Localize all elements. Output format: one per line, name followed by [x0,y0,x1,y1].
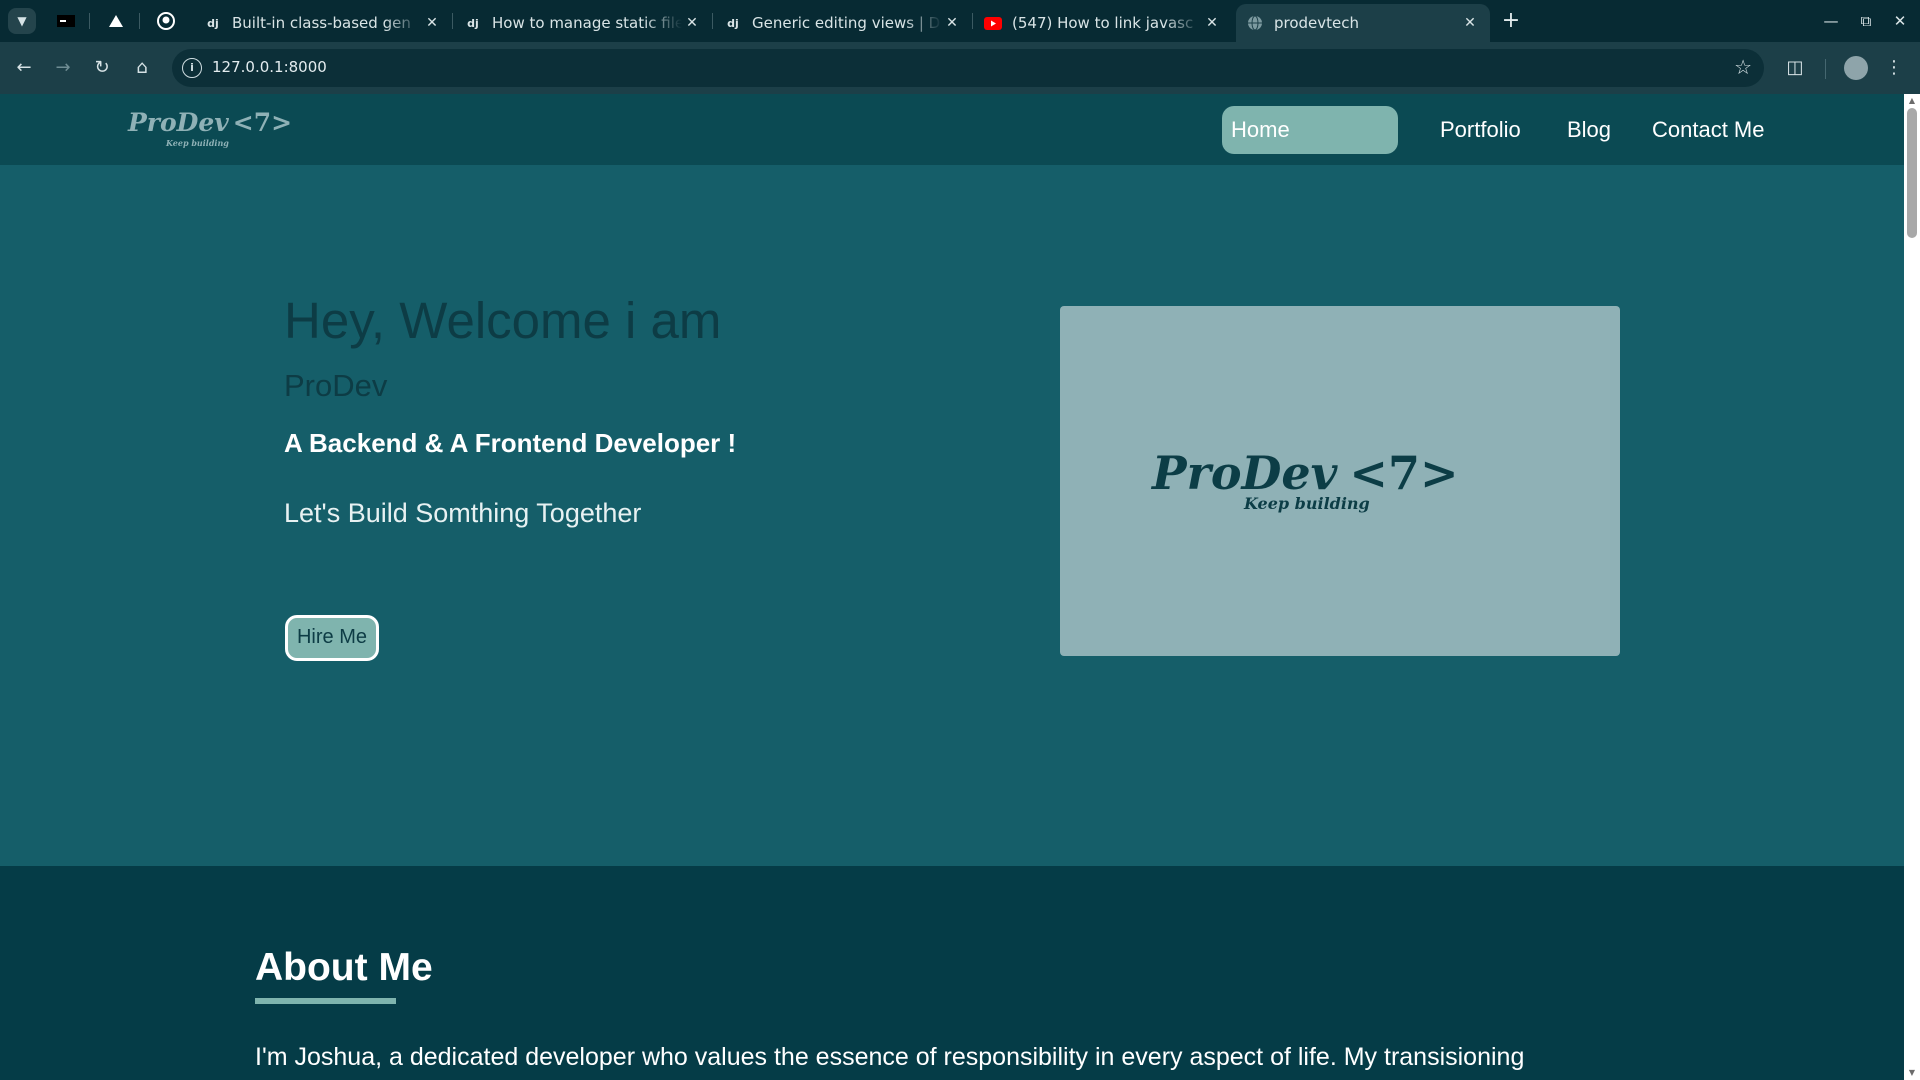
close-window-button[interactable]: ✕ [1885,9,1915,33]
toolbar-separator [1825,59,1826,79]
close-icon[interactable]: ✕ [682,15,702,31]
nav-portfolio[interactable]: Portfolio [1440,106,1521,154]
address-bar[interactable]: i 127.0.0.1:8000 ☆ [172,49,1764,87]
django-icon: dj [207,16,219,30]
close-icon[interactable]: ✕ [1202,15,1222,31]
tab-strip: ▼ dj Built-in class-based gen ✕ dj How t… [0,0,1920,42]
new-tab-button[interactable]: + [1498,8,1524,34]
scroll-down-arrow[interactable]: ▼ [1907,1068,1917,1078]
puzzle-icon: ◫ [1786,57,1804,78]
about-underline [255,998,396,1004]
tab-separator [712,13,713,29]
tab-search-button[interactable]: ▼ [8,8,36,34]
pinned-tab-github[interactable] [156,11,176,31]
triangle-icon [109,15,123,27]
nav-home[interactable]: Home [1222,106,1398,154]
hire-me-button[interactable]: Hire Me [285,615,379,661]
browser-toolbar: ← → ↻ ⌂ i 127.0.0.1:8000 ☆ ◫ ⋮ [0,42,1920,94]
close-icon[interactable]: ✕ [1460,15,1480,31]
restore-button[interactable]: ⧉ [1851,9,1881,33]
arrow-right-icon: → [55,57,71,78]
pinned-tab-terminal[interactable] [56,11,76,31]
tab-separator [972,13,973,29]
page-viewport: ProDev <7> Keep building Home Portfolio B… [0,94,1904,1080]
reload-button[interactable]: ↻ [89,55,115,81]
home-icon: ⌂ [136,57,148,78]
tab-separator [89,13,90,29]
site-logo[interactable]: ProDev <7> Keep building [128,108,292,148]
terminal-icon [57,15,75,27]
plus-icon: + [1501,8,1521,33]
arrow-left-icon: ← [16,57,32,78]
minimize-icon: — [1823,12,1839,30]
hero-logo-card: ProDev <7> Keep building [1060,306,1620,656]
bookmark-star-icon[interactable]: ☆ [1734,55,1752,79]
close-icon[interactable]: ✕ [422,15,442,31]
back-button[interactable]: ← [11,55,37,81]
chevron-down-icon: ▼ [17,14,27,28]
globe-icon [1246,14,1264,32]
tab-separator [139,13,140,29]
tab-separator [452,13,453,29]
django-icon: dj [467,16,479,30]
browser-tab[interactable]: dj How to manage static file ✕ [454,4,712,42]
extensions-button[interactable]: ◫ [1782,55,1808,81]
hero-name: ProDev [284,368,388,403]
nav-blog[interactable]: Blog [1567,106,1611,154]
more-vert-icon: ⋮ [1885,57,1903,78]
hero-tagline: Let's Build Somthing Together [284,498,642,528]
page-scrollbar[interactable]: ▲ ▼ [1904,94,1920,1080]
forward-button[interactable]: → [50,55,76,81]
browser-tab[interactable]: dj Built-in class-based gen ✕ [194,4,452,42]
close-icon[interactable]: ✕ [942,15,962,31]
github-icon [157,12,175,30]
home-button[interactable]: ⌂ [129,55,155,81]
django-icon: dj [727,16,739,30]
browser-tab-active[interactable]: prodevtech ✕ [1236,4,1490,42]
browser-menu-button[interactable]: ⋮ [1884,55,1904,81]
browser-tab[interactable]: dj Generic editing views | D ✕ [714,4,972,42]
reload-icon: ↻ [94,57,110,78]
site-navbar: ProDev <7> Keep building Home Portfolio B… [0,94,1904,165]
hero-logo: ProDev <7> Keep building [1152,446,1459,513]
pinned-tab-vercel[interactable] [106,11,126,31]
about-text: I'm Joshua, a dedicated developer who va… [255,1043,1525,1071]
browser-tab[interactable]: (547) How to link javasc ✕ [974,4,1232,42]
minimize-button[interactable]: — [1816,9,1846,33]
restore-icon: ⧉ [1860,12,1872,30]
hero-heading: Hey, Welcome i am [284,292,722,349]
scroll-up-arrow[interactable]: ▲ [1907,96,1917,106]
about-title: About Me [255,946,433,989]
info-icon[interactable]: i [182,58,202,78]
hero-role: A Backend & A Frontend Developer ! [284,428,737,458]
youtube-icon [984,14,1002,32]
profile-avatar[interactable] [1844,56,1868,80]
url-text[interactable]: 127.0.0.1:8000 [212,58,327,76]
scroll-thumb[interactable] [1907,108,1917,238]
about-section: About Me I'm Joshua, a dedicated develop… [0,866,1904,1080]
nav-contact[interactable]: Contact Me [1652,106,1765,154]
close-icon: ✕ [1893,12,1907,30]
